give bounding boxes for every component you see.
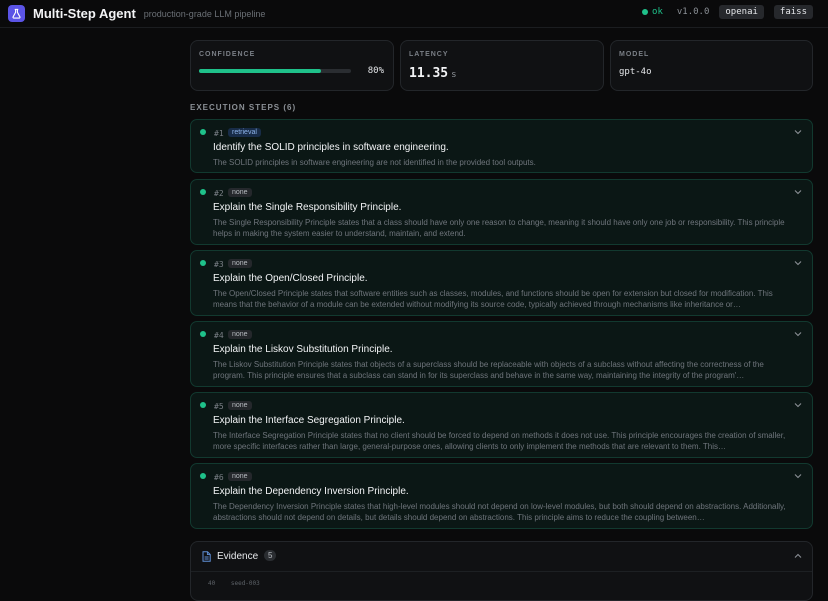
latency-value: 11.35 s (409, 66, 457, 81)
step-description: The Single Responsibility Principle stat… (213, 218, 785, 238)
step-description: The Interface Segregation Principle stat… (213, 431, 786, 451)
step-card[interactable]: #1 retrieval Identify the SOLID principl… (190, 119, 813, 173)
status-text: ok (652, 7, 663, 17)
document-icon (202, 551, 211, 562)
step-card[interactable]: #3 none Explain the Open/Closed Principl… (190, 250, 813, 316)
latency-label: LATENCY (409, 51, 449, 58)
step-tool-tag: none (228, 188, 252, 197)
step-title: Explain the Open/Closed Principle. (213, 273, 368, 284)
step-description: The Liskov Substitution Principle states… (213, 360, 764, 380)
step-status-dot-icon (200, 129, 206, 135)
chevron-down-icon[interactable] (794, 473, 802, 479)
chevron-down-icon[interactable] (794, 129, 802, 135)
step-number: #1 (214, 129, 224, 138)
step-title: Explain the Interface Segregation Princi… (213, 415, 405, 426)
app-header: Multi-Step Agent production-grade LLM pi… (0, 0, 828, 28)
step-title: Identify the SOLID principles in softwar… (213, 142, 449, 153)
confidence-label: CONFIDENCE (199, 51, 256, 58)
step-status-dot-icon (200, 260, 206, 266)
step-tool-tag: none (228, 330, 252, 339)
step-status-dot-icon (200, 189, 206, 195)
step-tool-tag: none (228, 472, 252, 481)
step-tool-tag: none (228, 401, 252, 410)
step-card[interactable]: #2 none Explain the Single Responsibilit… (190, 179, 813, 245)
evidence-title: Evidence (217, 551, 259, 562)
step-status-dot-icon (200, 331, 206, 337)
step-description: The SOLID principles in software enginee… (213, 158, 536, 167)
latency-unit: s (451, 70, 457, 80)
evidence-score: 40 (208, 580, 216, 587)
chevron-down-icon[interactable] (794, 260, 802, 266)
confidence-value: 80% (367, 66, 384, 76)
chevron-down-icon[interactable] (794, 402, 802, 408)
step-status-dot-icon (200, 473, 206, 479)
evidence-count-badge: 5 (264, 550, 277, 561)
confidence-bar (199, 69, 351, 73)
header-status-group: ok v1.0.0 openai faiss (642, 5, 813, 19)
step-card[interactable]: #4 none Explain the Liskov Substitution … (190, 321, 813, 387)
chevron-down-icon[interactable] (794, 331, 802, 337)
version-text: v1.0.0 (676, 7, 710, 17)
evidence-panel: Evidence 5 40 seed-003 (190, 541, 813, 601)
step-title: Explain the Single Responsibility Princi… (213, 202, 402, 213)
step-number: #2 (214, 189, 224, 198)
evidence-row[interactable]: 40 seed-003 (208, 580, 272, 587)
step-number: #5 (214, 402, 224, 411)
model-label: MODEL (619, 51, 650, 58)
provider-pill: openai (719, 5, 764, 19)
execution-steps-heading: EXECUTION STEPS (6) (190, 103, 297, 112)
step-title: Explain the Dependency Inversion Princip… (213, 486, 409, 497)
status-dot-icon (642, 9, 649, 15)
confidence-card: CONFIDENCE 80% (190, 40, 394, 91)
step-tool-tag: retrieval (228, 128, 261, 137)
chevron-up-icon[interactable] (794, 553, 802, 559)
step-tool-tag: none (228, 259, 252, 268)
step-status-dot-icon (200, 402, 206, 408)
step-description: The Open/Closed Principle states that so… (213, 289, 773, 309)
confidence-bar-fill (199, 69, 321, 73)
latency-card: LATENCY 11.35 s (400, 40, 604, 91)
step-description: The Dependency Inversion Principle state… (213, 502, 786, 522)
model-card: MODEL gpt-4o (610, 40, 813, 91)
evidence-divider (191, 571, 812, 572)
step-number: #6 (214, 473, 224, 482)
step-title: Explain the Liskov Substitution Principl… (213, 344, 393, 355)
step-number: #4 (214, 331, 224, 340)
step-card[interactable]: #6 none Explain the Dependency Inversion… (190, 463, 813, 529)
step-card[interactable]: #5 none Explain the Interface Segregatio… (190, 392, 813, 458)
latency-number: 11.35 (409, 66, 449, 81)
step-number: #3 (214, 260, 224, 269)
model-value: gpt-4o (619, 67, 652, 77)
evidence-id: seed-003 (230, 580, 260, 587)
flask-icon (8, 5, 25, 22)
vectorstore-pill: faiss (773, 5, 813, 19)
chevron-down-icon[interactable] (794, 189, 802, 195)
app-title: Multi-Step Agent (33, 6, 136, 21)
app-subtitle: production-grade LLM pipeline (143, 8, 266, 19)
